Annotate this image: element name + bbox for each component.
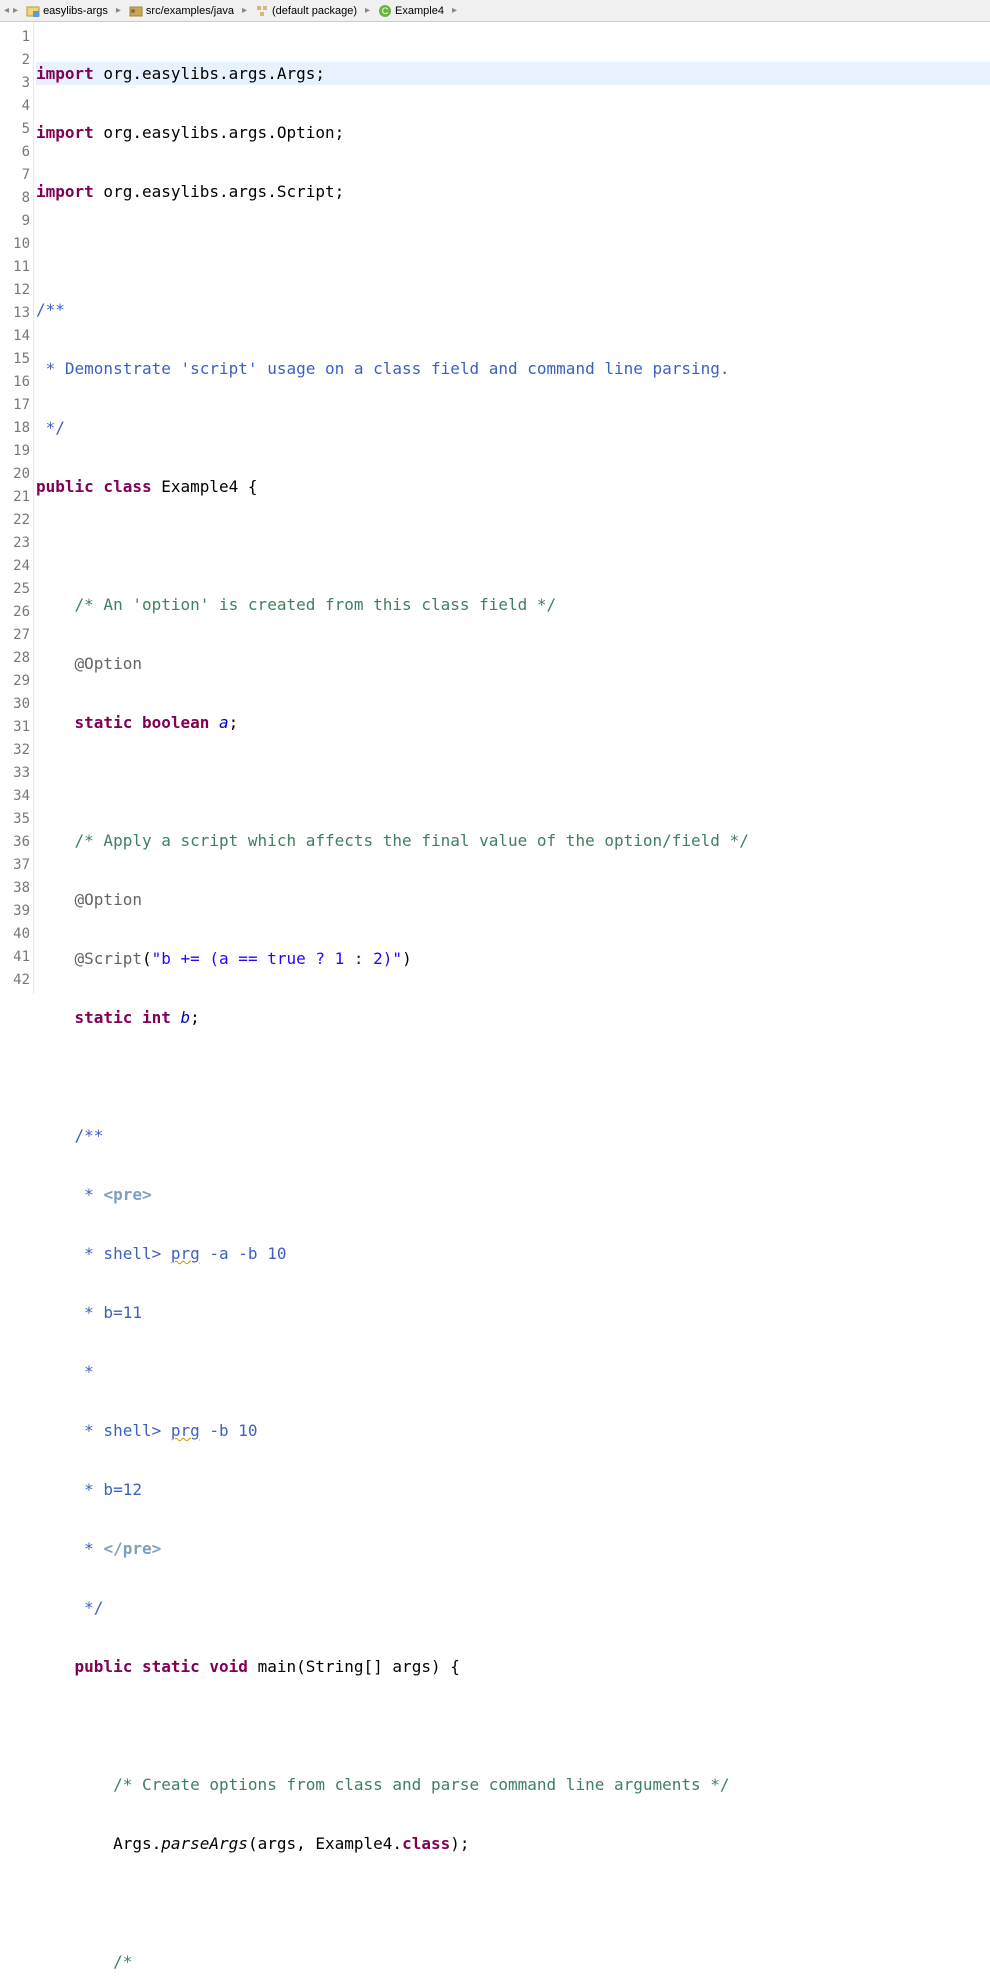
line-number: 30 <box>0 693 33 716</box>
code-line: /** <box>36 1124 990 1147</box>
line-number: 41 <box>0 946 33 969</box>
code-line: * <pre> <box>36 1183 990 1206</box>
line-number: 19 <box>0 440 33 463</box>
code-line: /** <box>36 298 990 321</box>
code-line: /* Create options from class and parse c… <box>36 1773 990 1796</box>
code-line: /* <box>36 1950 990 1973</box>
code-line: @Option <box>36 888 990 911</box>
line-number: 39 <box>0 900 33 923</box>
code-line: static int b; <box>36 1006 990 1029</box>
code-line: */ <box>36 416 990 439</box>
breadcrumb-bar: ◂ ▸ easylibs-args ▸ src/examples/java ▸ … <box>0 0 990 22</box>
code-line: static boolean a; <box>36 711 990 734</box>
package-icon <box>255 4 269 18</box>
line-number: 10 <box>0 233 33 256</box>
line-number: 27 <box>0 624 33 647</box>
code-line: /* An 'option' is created from this clas… <box>36 593 990 616</box>
line-number: 2 <box>0 49 33 72</box>
line-number: 42 <box>0 969 33 992</box>
line-number: 33 <box>0 762 33 785</box>
code-line: @Option <box>36 652 990 675</box>
line-number: 8 <box>0 187 33 210</box>
code-line: import org.easylibs.args.Args; <box>36 62 990 85</box>
code-line: public class Example4 { <box>36 475 990 498</box>
breadcrumb-project[interactable]: easylibs-args <box>22 4 112 18</box>
line-number: 22 <box>0 509 33 532</box>
code-line: * b=12 <box>36 1478 990 1501</box>
line-number: 3 <box>0 72 33 95</box>
line-number: 1 <box>0 26 33 49</box>
chevron-icon: ▸ <box>242 5 247 16</box>
line-number: 13 <box>0 302 33 325</box>
line-number: 32 <box>0 739 33 762</box>
code-line: import org.easylibs.args.Option; <box>36 121 990 144</box>
line-number: 18 <box>0 417 33 440</box>
line-number: 24 <box>0 555 33 578</box>
line-number: 17 <box>0 394 33 417</box>
code-line <box>36 1891 990 1914</box>
chevron-icon: ▸ <box>365 5 370 16</box>
line-number: 25 <box>0 578 33 601</box>
line-number: 35 <box>0 808 33 831</box>
breadcrumb-class-label: Example4 <box>395 5 444 17</box>
chevron-icon: ▸ <box>452 5 457 16</box>
code-line: * <box>36 1360 990 1383</box>
chevron-icon: ▸ <box>116 5 121 16</box>
line-number: 34 <box>0 785 33 808</box>
line-number: 9 <box>0 210 33 233</box>
chevron-left-icon[interactable]: ◂ <box>4 5 9 16</box>
line-number: 6 <box>0 141 33 164</box>
code-line <box>36 239 990 262</box>
code-line: @Script("b += (a == true ? 1 : 2)") <box>36 947 990 970</box>
chevron-right-icon[interactable]: ▸ <box>13 5 18 16</box>
code-line: Args.parseArgs(args, Example4.class); <box>36 1832 990 1855</box>
line-number: 36 <box>0 831 33 854</box>
code-editor[interactable]: 1 2 3 4 5 6 7 8 9 10 11 12 13 14 15 16 1… <box>0 22 990 994</box>
line-number: 4 <box>0 95 33 118</box>
breadcrumb-class[interactable]: C Example4 <box>374 4 448 18</box>
code-line <box>36 1714 990 1737</box>
package-folder-icon <box>129 4 143 18</box>
breadcrumb-source-folder[interactable]: src/examples/java <box>125 4 238 18</box>
code-line <box>36 1065 990 1088</box>
line-number-gutter[interactable]: 1 2 3 4 5 6 7 8 9 10 11 12 13 14 15 16 1… <box>0 22 34 994</box>
code-line <box>36 534 990 557</box>
line-number: 31 <box>0 716 33 739</box>
line-number: 16 <box>0 371 33 394</box>
line-number: 26 <box>0 601 33 624</box>
line-number: 7 <box>0 164 33 187</box>
line-number: 12 <box>0 279 33 302</box>
line-number: 38 <box>0 877 33 900</box>
line-number: 14 <box>0 325 33 348</box>
breadcrumb-package-label: (default package) <box>272 5 357 17</box>
line-number: 40 <box>0 923 33 946</box>
line-number: 15 <box>0 348 33 371</box>
code-line <box>36 770 990 793</box>
code-line: /* Apply a script which affects the fina… <box>36 829 990 852</box>
breadcrumb-project-label: easylibs-args <box>43 5 108 17</box>
line-number: 5 <box>0 118 33 141</box>
code-area[interactable]: import org.easylibs.args.Args; import or… <box>34 22 990 994</box>
code-line: * shell> prg -b 10 <box>36 1419 990 1442</box>
line-number: 28 <box>0 647 33 670</box>
code-line: public static void main(String[] args) { <box>36 1655 990 1678</box>
code-line: import org.easylibs.args.Script; <box>36 180 990 203</box>
project-icon <box>26 4 40 18</box>
line-number: 20 <box>0 463 33 486</box>
code-line: * b=11 <box>36 1301 990 1324</box>
code-line: * Demonstrate 'script' usage on a class … <box>36 357 990 380</box>
code-line: * shell> prg -a -b 10 <box>36 1242 990 1265</box>
breadcrumb-source-folder-label: src/examples/java <box>146 5 234 17</box>
code-line: * </pre> <box>36 1537 990 1560</box>
svg-text:C: C <box>382 6 389 16</box>
line-number: 21 <box>0 486 33 509</box>
breadcrumb-package[interactable]: (default package) <box>251 4 361 18</box>
line-number: 29 <box>0 670 33 693</box>
code-line: */ <box>36 1596 990 1619</box>
line-number: 37 <box>0 854 33 877</box>
class-icon: C <box>378 4 392 18</box>
line-number: 23 <box>0 532 33 555</box>
line-number: 11 <box>0 256 33 279</box>
